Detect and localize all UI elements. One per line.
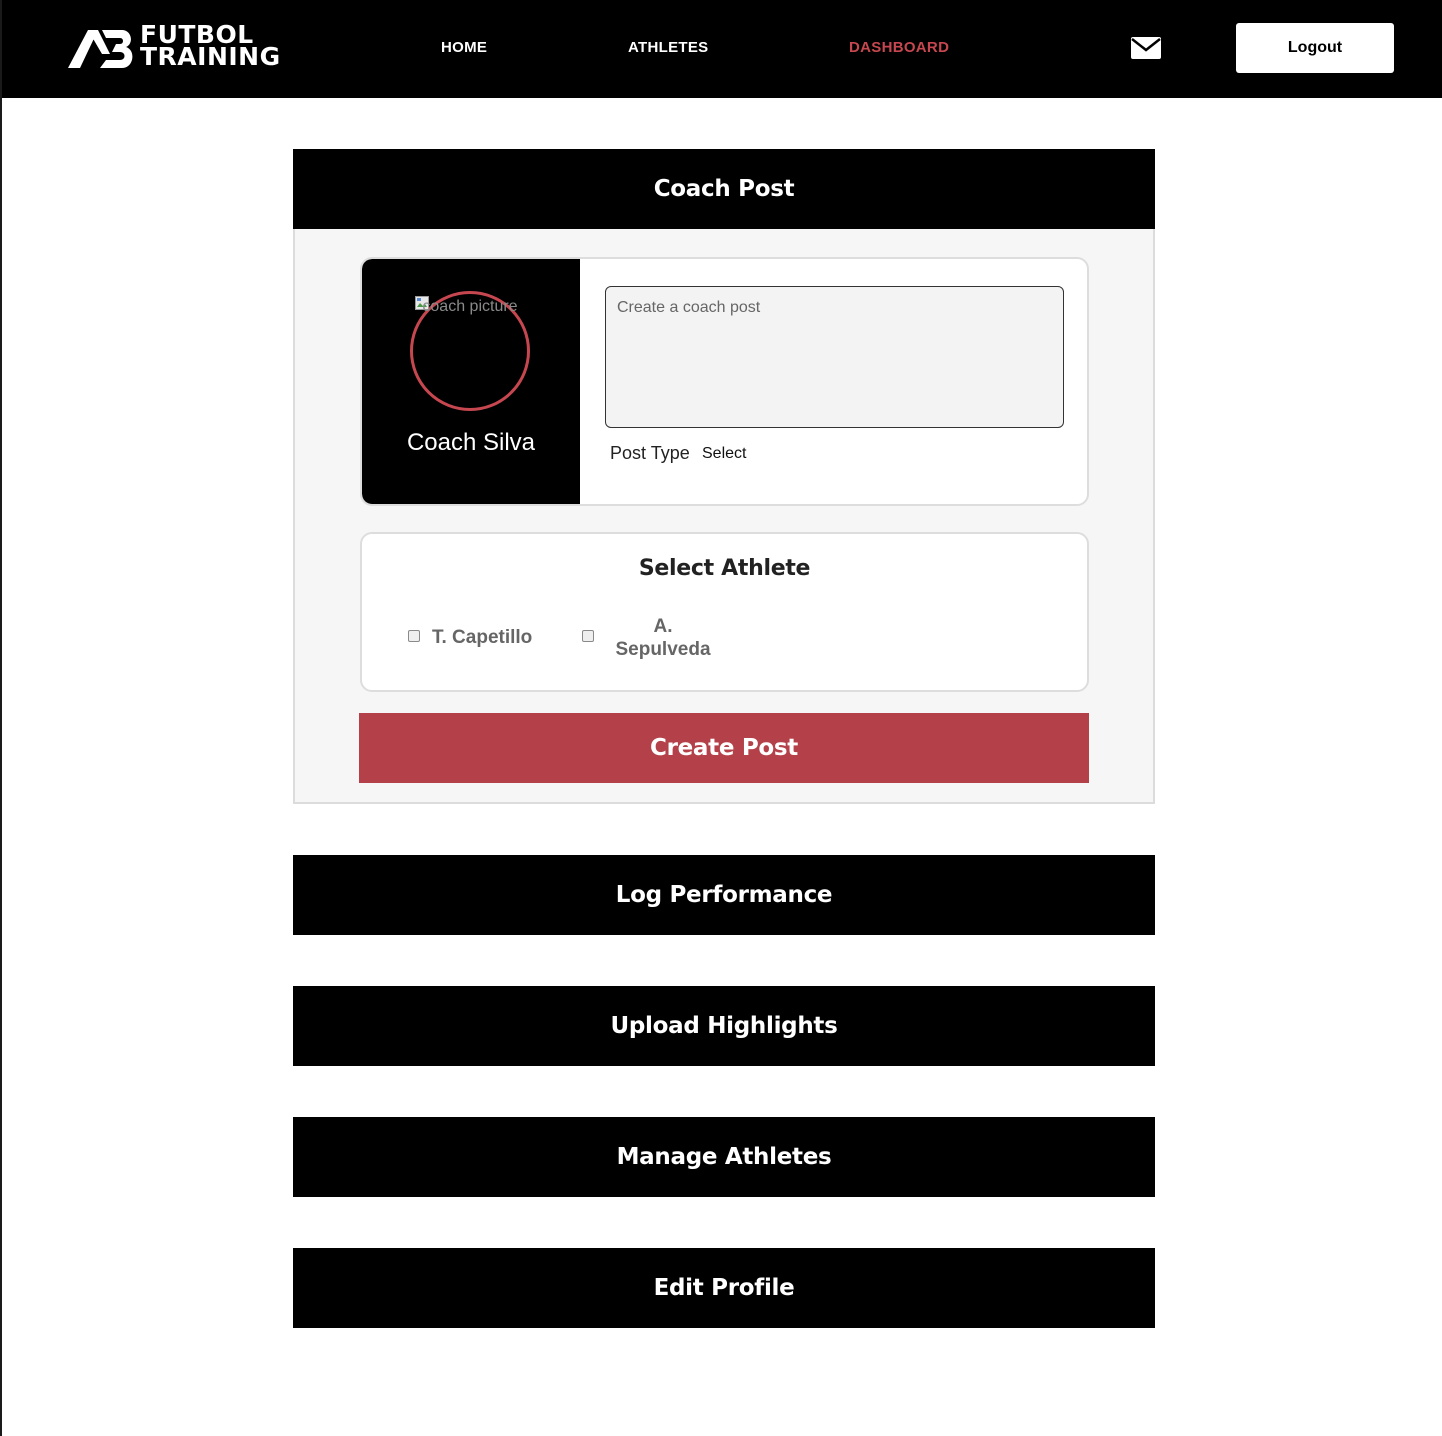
coach-post-textarea[interactable] [605,286,1064,428]
manage-athletes-header[interactable]: Manage Athletes [293,1117,1155,1197]
ab-logo-icon [68,30,133,68]
athlete-name-capetillo[interactable]: T. Capetillo [432,626,532,649]
nav-dashboard[interactable]: DASHBOARD [849,38,949,58]
post-type-select[interactable]: Select [702,444,746,464]
athlete-name-sepulveda[interactable]: A. Sepulveda [608,615,718,661]
athlete-name-sepulveda-line2: Sepulveda [615,639,711,660]
coach-name: Coach Silva [406,429,536,456]
select-athlete-title: Select Athlete [638,556,811,581]
post-composer-card: coach picture Coach Silva Post Type Sele… [360,257,1089,506]
coach-profile-panel: coach picture Coach Silva [362,259,580,504]
logout-button[interactable]: Logout [1236,23,1394,73]
athlete-name-sepulveda-line1: A. [653,616,673,637]
log-performance-header[interactable]: Log Performance [293,855,1155,935]
post-type-label: Post Type [610,443,690,463]
top-navbar: FUTBOL TRAINING HOME ATHLETES DASHBOARD … [2,0,1442,98]
athlete-checkbox-sepulveda[interactable] [582,630,594,642]
nav-athletes[interactable]: ATHLETES [628,38,708,58]
coach-post-header[interactable]: Coach Post [293,149,1155,229]
brand-logo[interactable]: FUTBOL TRAINING [66,22,280,74]
nav-home[interactable]: HOME [441,38,487,58]
edit-profile-header[interactable]: Edit Profile [293,1248,1155,1328]
logo-line-training: TRAINING [140,42,281,71]
create-post-button[interactable]: Create Post [359,713,1089,783]
athlete-checkbox-capetillo[interactable] [408,630,420,642]
mail-icon[interactable] [1130,36,1162,60]
upload-highlights-header[interactable]: Upload Highlights [293,986,1155,1066]
select-athlete-card: Select Athlete T. Capetillo A. Sepulveda [360,532,1089,692]
avatar-alt-text: coach picture [422,298,518,315]
brand-wordmark: FUTBOL TRAINING [140,22,281,71]
